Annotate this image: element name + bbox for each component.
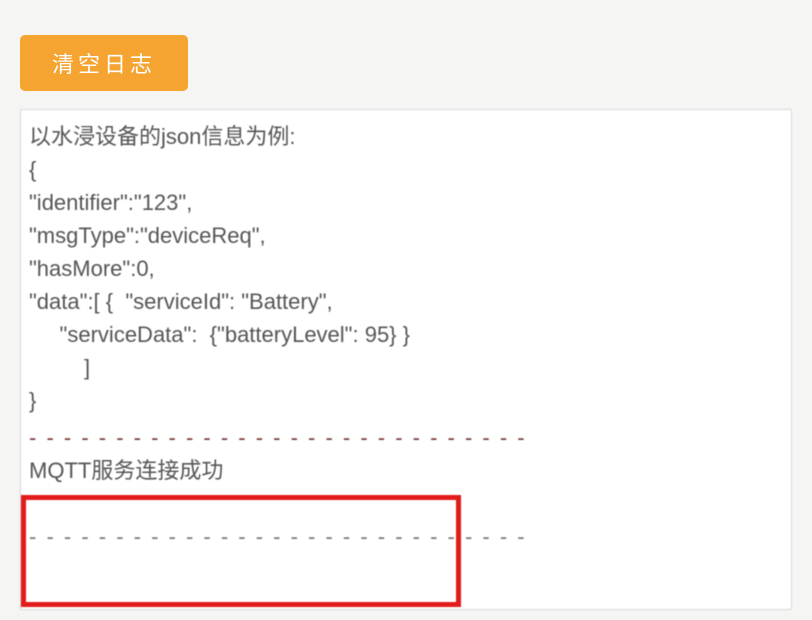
log-data-open: "data":[ { "serviceId": "Battery",	[29, 285, 783, 318]
log-brace-open: {	[29, 153, 783, 186]
log-panel[interactable]: 以水浸设备的json信息为例: { "identifier":"123", "m…	[20, 109, 792, 610]
log-msgtype: "msgType":"deviceReq",	[29, 219, 783, 252]
toolbar: 清空日志	[20, 10, 792, 109]
log-separator-top: - - - - - - - - - - - - - - - - - - - - …	[29, 421, 783, 454]
log-servicedata: "serviceData": {"batteryLevel": 95} }	[29, 318, 783, 351]
clear-log-button[interactable]: 清空日志	[20, 35, 188, 91]
log-brace-close: }	[29, 384, 783, 417]
main-container: 清空日志 以水浸设备的json信息为例: { "identifier":"123…	[20, 10, 792, 610]
log-hasmore: "hasMore":0,	[29, 252, 783, 285]
log-identifier: "identifier":"123",	[29, 186, 783, 219]
log-mqtt-status: MQTT服务连接成功	[29, 454, 783, 487]
log-blank2	[29, 487, 783, 520]
log-intro: 以水浸设备的json信息为例:	[29, 120, 783, 153]
log-separator-bot: - - - - - - - - - - - - - - - - - - - - …	[29, 520, 783, 553]
log-bracket-close: ]	[29, 351, 783, 384]
